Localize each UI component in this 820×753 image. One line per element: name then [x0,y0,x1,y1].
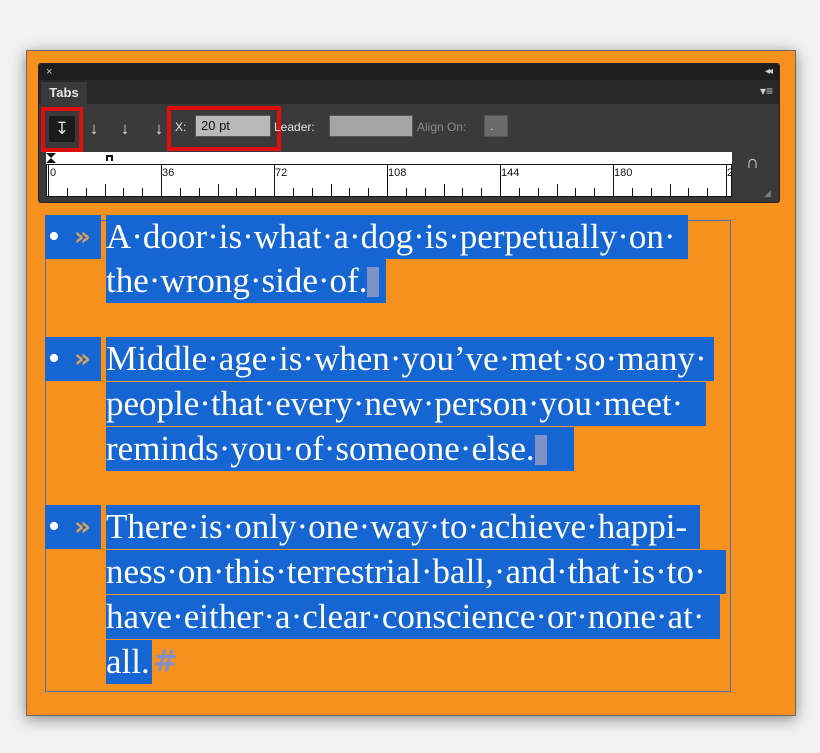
ruler-major-tick [613,165,614,196]
text-line-content: ness·on·this·terrestrial·ball,·and·that·… [106,552,706,591]
ruler-minor-tick [538,188,539,196]
resize-grip-icon[interactable]: ◢ [764,188,771,199]
ruler-minor-tick [406,188,407,196]
tab-stop-strip[interactable] [46,152,732,164]
left-indent-marker[interactable] [46,158,56,163]
text-line[interactable]: reminds·you·of·someone·else. [106,427,574,471]
ruler-label-0: 0 [50,167,57,179]
ruler-minor-tick [425,188,426,196]
ruler-label-180: 180 [614,167,633,179]
magnet-icon[interactable]: ∩ [746,152,759,172]
ruler-minor-tick [180,188,181,196]
text-line-content: A·door·is·what·a·dog·is·perpetually·on· [106,217,676,256]
ruler-minor-tick [293,188,294,196]
ruler-minor-tick [105,184,106,196]
bullet: • [48,340,60,377]
bullet: • [48,218,60,255]
close-icon[interactable]: × [46,65,52,79]
text-line[interactable]: There·is·only·one·way·to·achieve·happi- [106,505,700,549]
ruler-minor-tick [218,184,219,196]
ruler-minor-tick [331,184,332,196]
ruler-major-tick [726,165,727,196]
ruler-minor-tick [368,188,369,196]
text-line[interactable]: ness·on·this·terrestrial·ball,·and·that·… [106,550,726,594]
ruler-label-108: 108 [388,167,407,179]
ruler-minor-tick [236,188,237,196]
text-line-content: people·that·every·new·person·you·meet· [106,384,684,423]
ruler-label-144: 144 [501,167,520,179]
text-line-content: the·wrong·side·of. [106,261,368,300]
text-line[interactable]: people·that·every·new·person·you·meet· [106,382,706,426]
text-line-content: Middle·age·is·when·you’ve·met·so·many· [106,339,707,378]
leader-label: Leader: [274,120,315,134]
highlight-box-align-button [41,107,83,152]
ruler-minor-tick [312,188,313,196]
tab-stop-marker[interactable] [106,155,113,161]
ruler-major-tick [387,165,388,196]
ruler-minor-tick [575,188,576,196]
text-line[interactable]: A·door·is·what·a·dog·is·perpetually·on· [106,215,688,259]
end-of-story-mark: # [153,644,179,679]
ruler-minor-tick [519,188,520,196]
panel-tab-strip: Tabs ▾≡ [39,80,779,104]
text-line[interactable]: Middle·age·is·when·you’ve·met·so·many· [106,337,714,381]
text-line-content: There·is·only·one·way·to·achieve·happi- [106,507,688,546]
panel-titlebar: × ◂◂ [39,64,779,80]
right-justified-tab-button[interactable]: ↓ [112,116,138,142]
ruler-minor-tick [142,188,143,196]
leader-field[interactable] [329,115,413,137]
ruler-minor-tick [349,188,350,196]
ruler-minor-tick [67,188,68,196]
ruler-minor-tick [594,188,595,196]
center-justified-tab-button[interactable]: ↓ [81,116,107,142]
ruler-minor-tick [444,184,445,196]
paragraph-mark [534,434,547,465]
ruler-minor-tick [670,184,671,196]
ruler-minor-tick [632,188,633,196]
ruler-minor-tick [86,188,87,196]
ruler-minor-tick [123,188,124,196]
panel-menu-icon[interactable]: ▾≡ [760,84,773,98]
ruler-label-36: 36 [162,167,175,179]
ruler-minor-tick [557,184,558,196]
ruler-minor-tick [707,188,708,196]
text-line-content: reminds·you·of·someone·else. [106,429,535,468]
ruler-minor-tick [481,188,482,196]
ruler-major-tick [48,165,49,196]
ruler-minor-tick [651,188,652,196]
align-on-field[interactable]: . [484,115,508,137]
ruler-label-72: 72 [275,167,288,179]
text-line-content: have·either·a·clear·conscience·or·none·a… [106,597,705,636]
text-line[interactable]: all. [106,640,152,684]
align-to-decimal-tab-icon: ↓ [154,119,164,138]
right-justified-tab-icon: ↓ [120,119,130,138]
text-line-content: all. [106,642,150,681]
tab-character-marker: » [74,344,91,374]
collapse-icon[interactable]: ◂◂ [765,65,773,79]
highlight-box-x-field [167,106,281,151]
align-on-label: Align On: [417,120,467,134]
tab-ruler[interactable]: 0 36 72 108 144 180 2 [46,164,732,197]
text-line[interactable]: the·wrong·side·of. [106,259,386,303]
tab-character-marker: » [74,512,91,542]
ruler-major-tick [274,165,275,196]
ruler-minor-tick [199,188,200,196]
center-justified-tab-icon: ↓ [89,119,99,138]
bullet: • [48,508,60,545]
ruler-minor-tick [255,188,256,196]
ruler-major-tick [500,165,501,196]
ruler-label-216: 2 [727,167,731,179]
ruler-major-tick [161,165,162,196]
paragraph-mark [367,266,380,297]
text-line[interactable]: have·either·a·clear·conscience·or·none·a… [106,595,720,639]
tab-tabs[interactable]: Tabs [41,82,87,104]
tab-character-marker: » [74,222,91,252]
ruler-minor-tick [462,188,463,196]
ruler-minor-tick [688,188,689,196]
